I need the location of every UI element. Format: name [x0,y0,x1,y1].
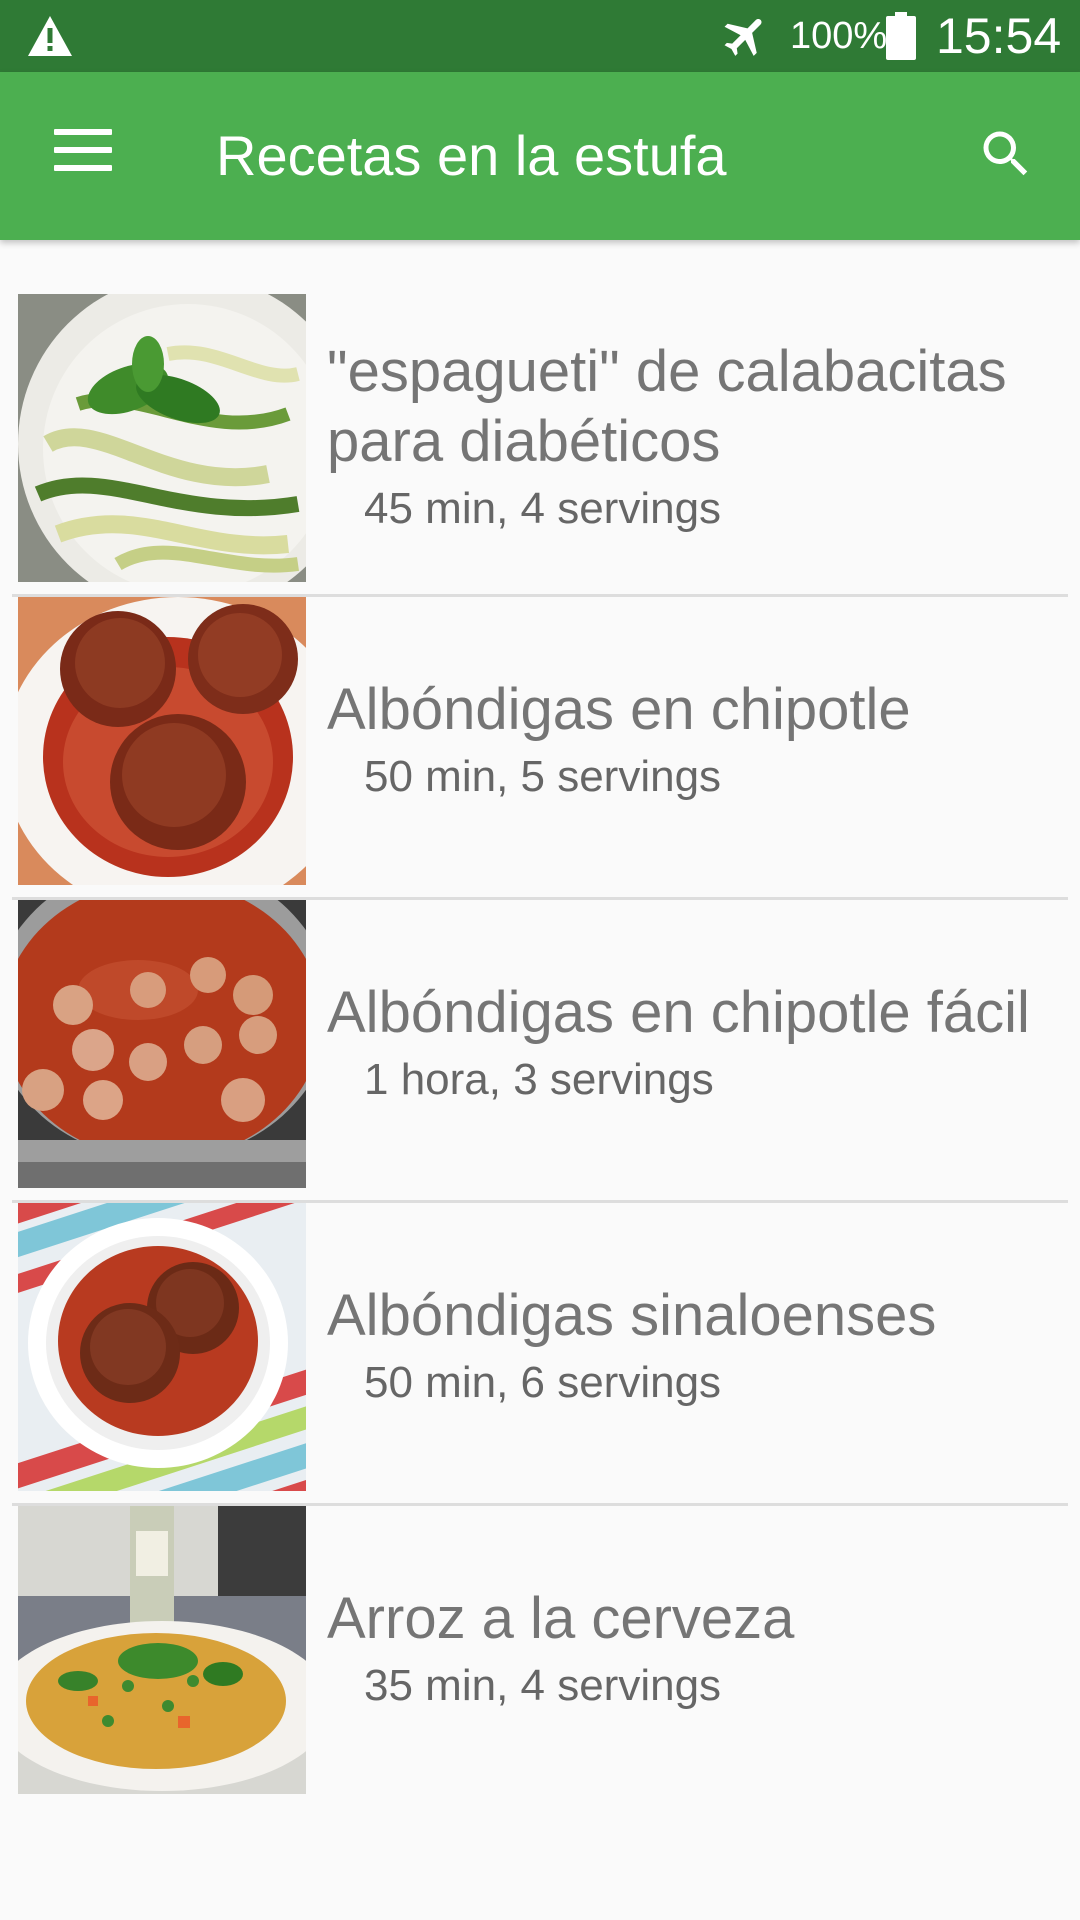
recipe-thumbnail [18,1506,306,1794]
recipe-thumbnail [18,597,306,885]
recipe-meta: 45 min, 4 servings [364,484,722,533]
recipe-name: Albóndigas sinaloenses [327,1283,937,1348]
recipe-thumbnail [18,294,306,582]
recipe-text: "espagueti" de calabacitas para diabétic… [327,294,1072,582]
recipe-meta: 1 hora, 3 servings [364,1055,714,1104]
search-icon[interactable] [976,124,1036,184]
recipe-name: Arroz a la cerveza [327,1586,795,1651]
list-item[interactable]: Albóndigas sinaloenses 50 min, 6 serving… [0,1203,1080,1506]
battery-percent: 100% [790,15,888,57]
warning-icon [28,16,72,56]
recipe-text: Arroz a la cerveza 35 min, 4 servings [327,1506,1072,1794]
recipe-name: "espagueti" de calabacitas para diabétic… [327,339,1007,474]
status-bar: 100% 15:54 [0,0,1080,72]
page-title: Recetas en la estufa [216,124,727,187]
battery-icon [886,12,916,60]
recipe-thumbnail [18,1203,306,1491]
airplane-mode-icon [724,18,762,56]
recipe-thumbnail [18,900,306,1188]
status-clock: 15:54 [936,8,1062,64]
recipe-meta: 50 min, 6 servings [364,1358,722,1407]
recipe-list: "espagueti" de calabacitas para diabétic… [0,294,1080,1809]
recipe-text: Albóndigas sinaloenses 50 min, 6 serving… [327,1203,1072,1491]
list-item[interactable]: "espagueti" de calabacitas para diabétic… [0,294,1080,597]
list-item[interactable]: Albóndigas en chipotle fácil 1 hora, 3 s… [0,900,1080,1203]
recipe-name: Albóndigas en chipotle [327,677,911,742]
recipe-text: Albóndigas en chipotle 50 min, 5 serving… [327,597,1072,885]
recipe-text: Albóndigas en chipotle fácil 1 hora, 3 s… [327,900,1072,1188]
recipe-meta: 50 min, 5 servings [364,752,722,801]
list-item[interactable]: Albóndigas en chipotle 50 min, 5 serving… [0,597,1080,900]
app-bar: Recetas en la estufa [0,72,1080,240]
menu-icon[interactable] [54,129,112,171]
recipe-meta: 35 min, 4 servings [364,1661,722,1710]
list-item[interactable]: Arroz a la cerveza 35 min, 4 servings [0,1506,1080,1809]
recipe-name: Albóndigas en chipotle fácil [327,980,1030,1045]
